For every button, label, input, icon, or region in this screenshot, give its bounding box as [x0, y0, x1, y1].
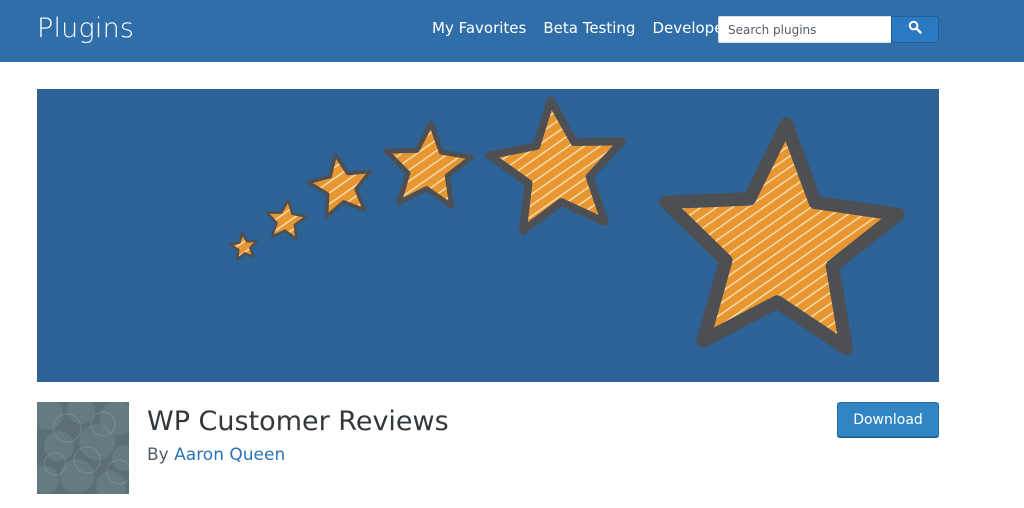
plugin-title: WP Customer Reviews	[147, 406, 449, 437]
site-header: Plugins My Favorites Beta Testing Develo…	[0, 0, 1024, 62]
by-label: By	[147, 445, 169, 465]
plugin-icon	[37, 402, 129, 494]
banner-star-6	[659, 117, 905, 355]
top-nav: My Favorites Beta Testing Developers	[432, 19, 754, 37]
plugin-banner	[37, 89, 939, 382]
download-button[interactable]: Download	[837, 402, 939, 437]
nav-my-favorites[interactable]: My Favorites	[432, 19, 526, 37]
nav-beta-testing[interactable]: Beta Testing	[543, 19, 635, 37]
banner-star-1	[228, 231, 258, 261]
banner-stars	[228, 96, 905, 355]
banner-star-3	[306, 152, 372, 219]
author-link[interactable]: Aaron Queen	[174, 445, 285, 465]
banner-star-4	[383, 120, 475, 209]
banner-star-5	[485, 96, 626, 235]
search-input[interactable]	[718, 16, 892, 43]
search-icon	[908, 20, 922, 39]
banner-star-2	[265, 198, 308, 241]
search-button[interactable]	[891, 16, 939, 43]
plugin-author: By Aaron Queen	[147, 445, 285, 465]
site-brand[interactable]: Plugins	[37, 13, 134, 44]
